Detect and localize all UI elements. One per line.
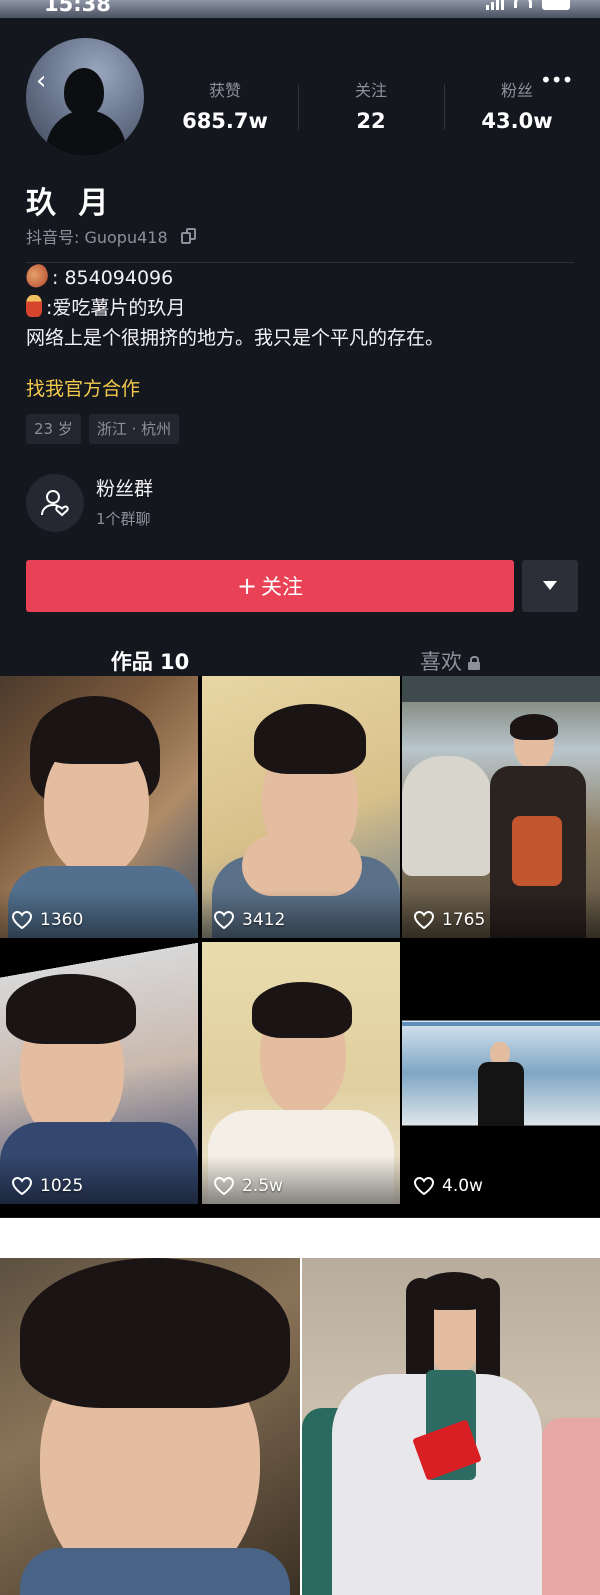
stat-value: 685.7w [182,109,268,133]
follow-button[interactable]: + 关注 [26,560,514,612]
copy-icon[interactable] [181,228,197,244]
business-link[interactable]: 找我官方合作 [26,374,140,404]
bio-nickname: :爱吃薯片的玖月 [46,297,186,319]
video-thumbnail[interactable] [0,1258,300,1595]
video-tile[interactable]: 2.5w [202,942,400,1204]
like-count-value: 1025 [40,1176,84,1196]
heart-icon [214,1177,234,1195]
stat-following[interactable]: 关注 22 [298,80,444,136]
heart-icon [214,911,234,929]
person-icon [26,295,42,317]
video-tile[interactable]: 4.0w [402,942,600,1204]
fan-group-subtitle: 1个群聊 [96,510,151,528]
sweet-potato-icon [22,261,52,291]
like-count-value: 3412 [242,910,286,930]
battery-icon [542,0,570,10]
video-tile[interactable]: 3412 [202,676,400,938]
stat-label: 关注 [354,81,387,100]
video-thumbnail[interactable] [302,1258,600,1595]
douyin-id: 抖音号: Guopu418 [26,228,168,247]
stat-followers[interactable]: 粉丝 43.0w [444,80,590,136]
profile-name: 玖 月 [26,186,115,221]
status-time: 15:38 [44,0,111,16]
follow-label: 关注 [261,575,304,599]
like-count: 1025 [12,1176,83,1196]
video-tile[interactable]: 1360 [0,676,198,938]
wifi-icon [514,0,532,8]
stat-value: 22 [356,109,386,133]
bio-line-3: 网络上是个很拥挤的地方。我只是个平凡的存在。 [26,327,445,349]
bio-line-1: : 854094096 [22,261,586,293]
like-count: 4.0w [414,1176,483,1196]
profile-stats: 获赞 685.7w 关注 22 粉丝 43.0w [152,80,600,136]
like-count: 1360 [12,910,83,930]
status-icons [486,0,570,10]
video-grid: 1360 3412 1765 1025 2.5w 4.0w [0,676,600,1217]
tab-likes[interactable]: 喜欢 [300,646,600,676]
heart-icon [414,911,434,929]
dropdown-icon [543,581,557,590]
heart-icon [12,911,32,929]
back-icon[interactable]: ‹ [36,68,58,94]
heart-icon [12,1177,32,1195]
video-tile[interactable]: 1765 [402,676,600,938]
avatar[interactable] [26,38,144,156]
lock-icon [468,656,480,670]
tag-location: 浙江 · 杭州 [88,414,180,444]
signal-icon [486,0,504,10]
stat-likes[interactable]: 获赞 685.7w [152,80,298,136]
like-count: 2.5w [214,1176,283,1196]
stat-label: 粉丝 [500,81,533,100]
profile-tags: 23 岁 浙江 · 杭州 [26,414,180,444]
tag-age: 23 岁 [26,414,81,444]
stat-label: 获赞 [208,81,241,100]
tab-works[interactable]: 作品 10 [0,646,300,676]
status-bar: 15:38 [0,0,600,18]
bio-qq: : 854094096 [52,267,174,289]
like-count: 1765 [414,910,485,930]
plus-icon: + [236,572,258,600]
like-count-value: 2.5w [242,1176,283,1196]
fan-group-title[interactable]: 粉丝群 [96,474,153,501]
like-count-value: 1765 [442,910,486,930]
bio-line-2: :爱吃薯片的玖月 [26,293,586,323]
tab-likes-label: 喜欢 [420,650,462,674]
like-count-value: 1360 [40,910,84,930]
like-count: 3412 [214,910,285,930]
fan-group-icon[interactable] [26,474,84,532]
video-tile[interactable]: 1025 [0,942,198,1204]
heart-icon [414,1177,434,1195]
like-count-value: 4.0w [442,1176,483,1196]
recommend-dropdown-button[interactable] [522,560,578,612]
stat-value: 43.0w [481,109,553,133]
